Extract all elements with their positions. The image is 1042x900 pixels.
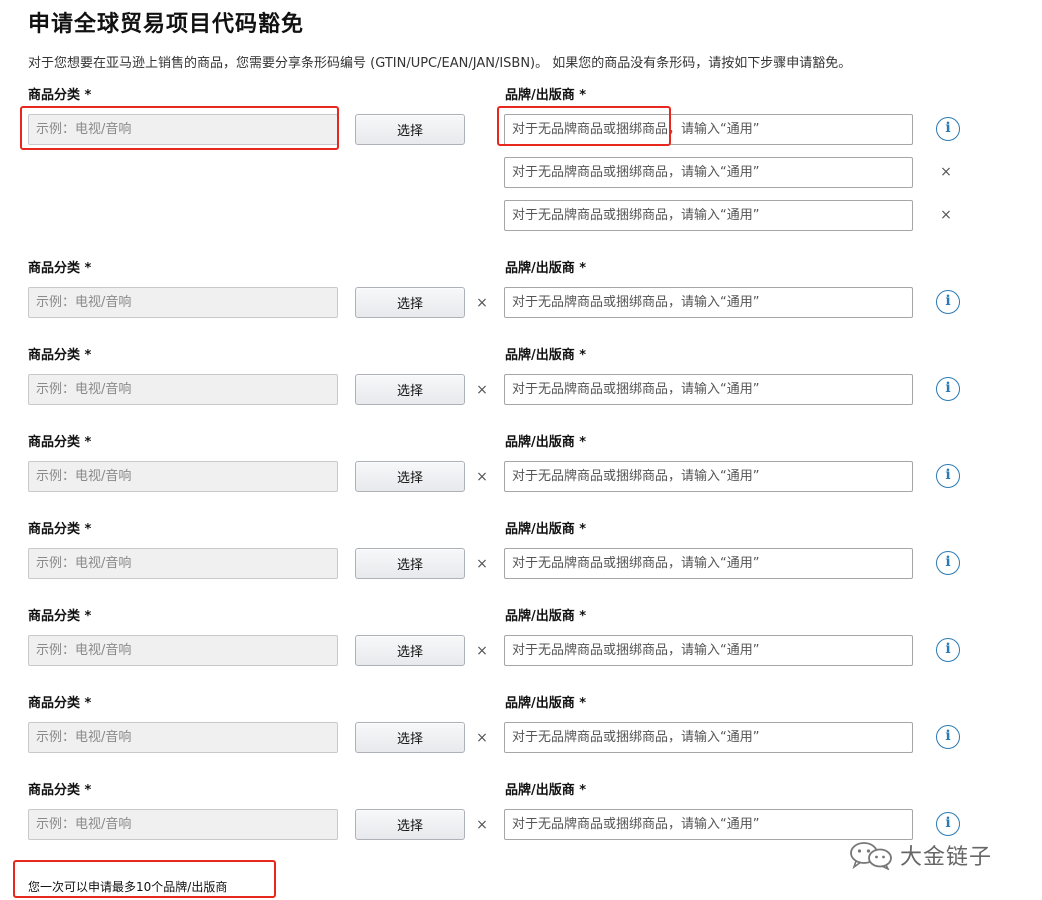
category-input[interactable] [28, 287, 338, 318]
select-category-button[interactable]: 选择 [355, 114, 465, 145]
info-icon[interactable]: i [936, 725, 960, 749]
annotation-box-category [20, 106, 339, 150]
info-icon[interactable]: i [936, 551, 960, 575]
remove-row-close-icon[interactable]: × [474, 382, 490, 398]
brand-input[interactable] [504, 809, 913, 840]
brand-input[interactable] [504, 722, 913, 753]
category-input[interactable] [28, 722, 338, 753]
remove-row-close-icon[interactable]: × [474, 643, 490, 659]
brand-input[interactable] [504, 548, 913, 579]
category-label: 商品分类 * [28, 261, 92, 276]
watermark: 大金链子 [848, 838, 992, 872]
brand-label: 品牌/出版商 * [505, 696, 587, 711]
category-label: 商品分类 * [28, 435, 92, 450]
remove-row-close-icon[interactable]: × [474, 556, 490, 572]
select-category-button[interactable]: 选择 [355, 809, 465, 840]
category-label: 商品分类 * [28, 522, 92, 537]
info-icon[interactable]: i [936, 812, 960, 836]
annotation-box-brand [497, 106, 671, 146]
select-category-button[interactable]: 选择 [355, 635, 465, 666]
category-label: 商品分类 * [28, 88, 92, 103]
category-input[interactable] [28, 635, 338, 666]
category-input[interactable] [28, 809, 338, 840]
select-category-button[interactable]: 选择 [355, 374, 465, 405]
brand-label: 品牌/出版商 * [505, 783, 587, 798]
remove-row-close-icon[interactable]: × [474, 295, 490, 311]
brand-label: 品牌/出版商 * [505, 609, 587, 624]
brand-label: 品牌/出版商 * [505, 522, 587, 537]
annotation-box-footer [13, 860, 276, 898]
remove-row-close-icon[interactable]: × [474, 730, 490, 746]
brand-input[interactable] [504, 374, 913, 405]
info-icon[interactable]: i [936, 638, 960, 662]
category-label: 商品分类 * [28, 609, 92, 624]
category-label: 商品分类 * [28, 696, 92, 711]
brand-input[interactable] [504, 200, 913, 231]
info-icon[interactable]: i [936, 464, 960, 488]
select-category-button[interactable]: 选择 [355, 722, 465, 753]
brand-input[interactable] [504, 157, 913, 188]
remove-brand-close-icon[interactable]: × [938, 207, 954, 223]
category-label: 商品分类 * [28, 348, 92, 363]
category-input[interactable] [28, 548, 338, 579]
brand-label: 品牌/出版商 * [505, 348, 587, 363]
watermark-text: 大金链子 [900, 845, 993, 870]
select-category-button[interactable]: 选择 [355, 287, 465, 318]
remove-row-close-icon[interactable]: × [474, 469, 490, 485]
brand-input[interactable] [504, 635, 913, 666]
select-category-button[interactable]: 选择 [355, 548, 465, 579]
remove-row-close-icon[interactable]: × [474, 817, 490, 833]
brand-input[interactable] [504, 287, 913, 318]
wechat-icon [850, 842, 892, 870]
category-input[interactable] [28, 374, 338, 405]
brand-input[interactable] [504, 461, 913, 492]
brand-label: 品牌/出版商 * [505, 261, 587, 276]
info-icon[interactable]: i [936, 377, 960, 401]
brand-label: 品牌/出版商 * [505, 88, 587, 103]
select-category-button[interactable]: 选择 [355, 461, 465, 492]
brand-label: 品牌/出版商 * [505, 435, 587, 450]
category-input[interactable] [28, 461, 338, 492]
page-title: 申请全球贸易项目代码豁免 [28, 12, 305, 37]
info-icon[interactable]: i [936, 117, 960, 141]
category-label: 商品分类 * [28, 783, 92, 798]
page-description: 对于您想要在亚马逊上销售的商品，您需要分享条形码编号 (GTIN/UPC/EAN… [28, 56, 852, 71]
info-icon[interactable]: i [936, 290, 960, 314]
remove-brand-close-icon[interactable]: × [938, 164, 954, 180]
